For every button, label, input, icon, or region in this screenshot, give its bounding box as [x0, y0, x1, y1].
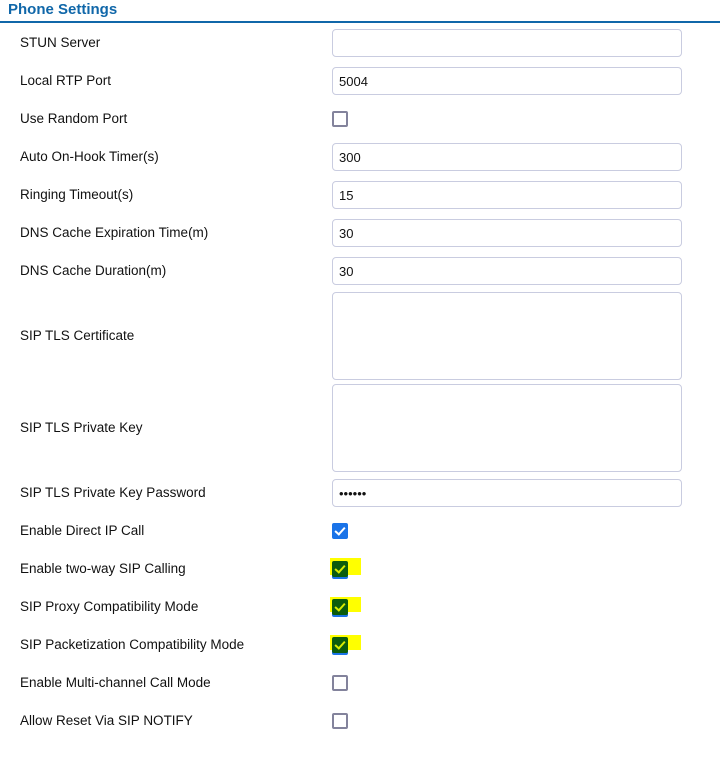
- form-row: SIP Packetization Compatibility Mode: [0, 626, 720, 664]
- sip-tls-private-key-textarea[interactable]: [332, 384, 682, 472]
- row-control: [332, 181, 720, 209]
- form-row: Local RTP Port: [0, 62, 720, 100]
- row-label: Auto On-Hook Timer(s): [20, 149, 159, 164]
- row-control: [332, 67, 720, 95]
- row-control: [330, 558, 720, 580]
- row-control: [332, 479, 720, 507]
- enable-direct-ip-call-checkbox[interactable]: [332, 523, 348, 539]
- dns-cache-expiration-timem-input[interactable]: [332, 219, 682, 247]
- form-row: SIP TLS Private Key: [0, 382, 720, 474]
- form-row: Enable Multi-channel Call Mode: [0, 664, 720, 702]
- form-row: Ringing Timeout(s): [0, 176, 720, 214]
- row-label: SIP TLS Certificate: [20, 328, 135, 343]
- auto-on-hook-timers-input[interactable]: [332, 143, 682, 171]
- sip-proxy-compatibility-mode-checkbox-wrap[interactable]: [330, 596, 372, 618]
- enable-multi-channel-call-mode-checkbox-wrap[interactable]: [332, 672, 372, 694]
- row-label: Enable two-way SIP Calling: [20, 561, 186, 576]
- enable-multi-channel-call-mode-checkbox[interactable]: [332, 675, 348, 691]
- form-row: Auto On-Hook Timer(s): [0, 138, 720, 176]
- form-row: SIP TLS Private Key Password: [0, 474, 720, 512]
- page-title: Phone Settings: [8, 1, 118, 18]
- row-label: Enable Multi-channel Call Mode: [20, 675, 211, 690]
- row-control: [332, 672, 720, 694]
- enable-two-way-sip-calling-checkbox-wrap[interactable]: [330, 558, 372, 580]
- allow-reset-via-sip-notify-checkbox-wrap[interactable]: [332, 710, 372, 732]
- row-control: [332, 219, 720, 247]
- form-row: SIP Proxy Compatibility Mode: [0, 588, 720, 626]
- row-label: SIP TLS Private Key Password: [20, 485, 206, 500]
- row-control: [332, 143, 720, 171]
- row-control: [332, 257, 720, 285]
- row-label: Use Random Port: [20, 111, 128, 126]
- row-control: [332, 710, 720, 732]
- form-row: DNS Cache Duration(m): [0, 252, 720, 290]
- allow-reset-via-sip-notify-checkbox[interactable]: [332, 713, 348, 729]
- row-control: [332, 384, 720, 472]
- row-control: [332, 520, 720, 542]
- row-control: [330, 596, 720, 618]
- use-random-port-checkbox[interactable]: [332, 111, 348, 127]
- row-control: [332, 292, 720, 380]
- form-row: SIP TLS Certificate: [0, 290, 720, 382]
- row-label: SIP TLS Private Key: [20, 420, 143, 435]
- sip-packetization-compatibility-mode-checkbox-wrap[interactable]: [330, 634, 372, 656]
- sip-tls-certificate-textarea[interactable]: [332, 292, 682, 380]
- stun-server-input[interactable]: [332, 29, 682, 57]
- header-divider: [0, 21, 720, 23]
- sip-tls-private-key-password-input[interactable]: [332, 479, 682, 507]
- form-row: Allow Reset Via SIP NOTIFY: [0, 702, 720, 740]
- form-row: STUN Server: [0, 24, 720, 62]
- form-row: Enable two-way SIP Calling: [0, 550, 720, 588]
- row-label: Enable Direct IP Call: [20, 523, 145, 538]
- enable-two-way-sip-calling-checkbox[interactable]: [332, 561, 348, 577]
- row-label: SIP Packetization Compatibility Mode: [20, 637, 245, 652]
- use-random-port-checkbox-wrap[interactable]: [332, 108, 372, 130]
- form-row: Use Random Port: [0, 100, 720, 138]
- row-label: DNS Cache Expiration Time(m): [20, 225, 209, 240]
- sip-packetization-compatibility-mode-checkbox[interactable]: [332, 637, 348, 653]
- row-control: [332, 29, 720, 57]
- row-label: SIP Proxy Compatibility Mode: [20, 599, 199, 614]
- form-row: DNS Cache Expiration Time(m): [0, 214, 720, 252]
- row-control: [332, 108, 720, 130]
- row-control: [330, 634, 720, 656]
- row-label: Local RTP Port: [20, 73, 112, 88]
- page-header: Phone Settings: [0, 0, 720, 24]
- phone-settings-form: STUN Server Local RTP Port Use Random Port…: [0, 24, 720, 740]
- ringing-timeouts-input[interactable]: [332, 181, 682, 209]
- local-rtp-port-input[interactable]: [332, 67, 682, 95]
- form-row: Enable Direct IP Call: [0, 512, 720, 550]
- row-label: DNS Cache Duration(m): [20, 263, 167, 278]
- sip-proxy-compatibility-mode-checkbox[interactable]: [332, 599, 348, 615]
- row-label: STUN Server: [20, 35, 101, 50]
- row-label: Ringing Timeout(s): [20, 187, 134, 202]
- enable-direct-ip-call-checkbox-wrap[interactable]: [332, 520, 372, 542]
- dns-cache-durationm-input[interactable]: [332, 257, 682, 285]
- row-label: Allow Reset Via SIP NOTIFY: [20, 713, 193, 728]
